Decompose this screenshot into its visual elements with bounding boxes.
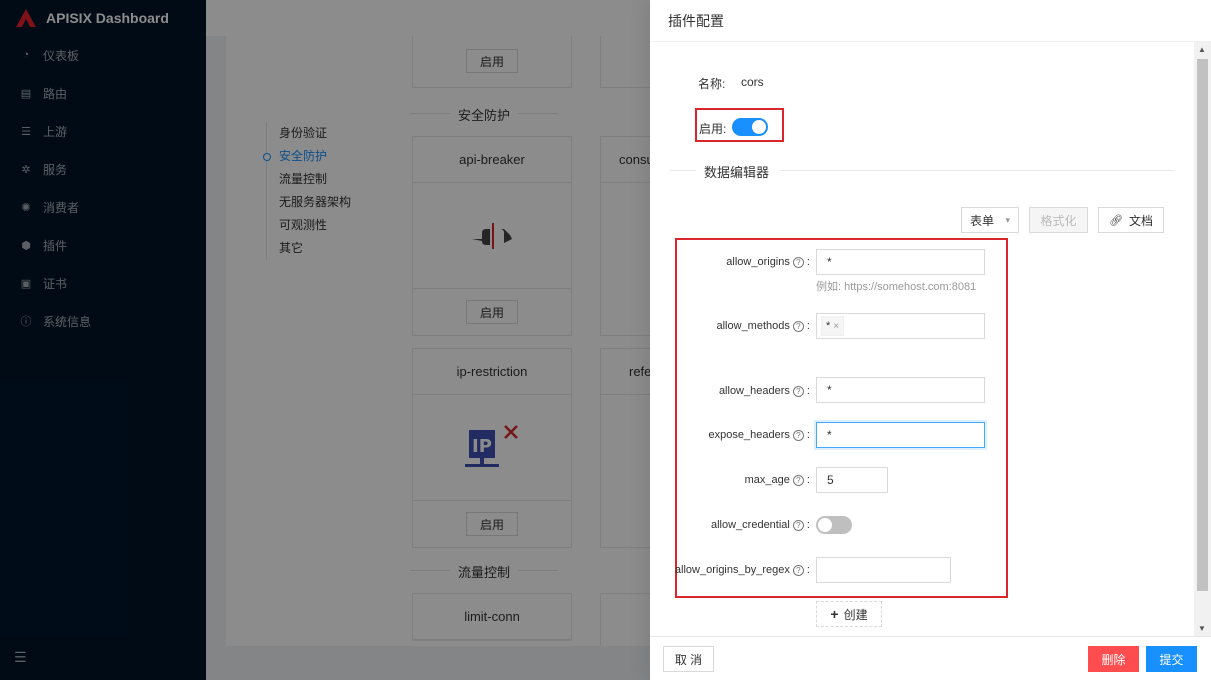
enable-label: 启用: xyxy=(699,122,727,136)
allow-origins-hint: 例如: https://somehost.com:8081 xyxy=(816,281,977,293)
anchor-auth[interactable]: 身份验证 xyxy=(279,122,351,145)
anchor-serverless[interactable]: 无服务器架构 xyxy=(279,191,351,214)
max-age-label: max_age? : xyxy=(744,474,810,486)
help-icon: ? xyxy=(792,429,804,441)
section-title-security: 安全防护 xyxy=(409,105,559,124)
expose-headers-label: expose_headers? : xyxy=(708,429,810,441)
editor-divider: 数据编辑器 xyxy=(670,160,1174,180)
plus-icon: + xyxy=(830,606,839,622)
enable-button[interactable]: 启用 xyxy=(466,49,518,73)
plugin-card-ip-restriction: ip-restriction IP 启用 xyxy=(412,348,572,548)
plugin-name: api-breaker xyxy=(413,137,571,183)
allow-headers-input[interactable]: * xyxy=(816,377,985,403)
route-icon: ▤ xyxy=(20,87,32,100)
plugin-card-api-breaker: api-breaker 启用 xyxy=(412,136,572,336)
allow-origins-label: allow_origins? : xyxy=(726,256,810,268)
plugin-icon: ⬢ xyxy=(21,239,31,252)
scroll-down-icon[interactable]: ▼ xyxy=(1198,624,1206,633)
delete-button[interactable]: 删除 xyxy=(1088,646,1139,672)
help-icon: ? xyxy=(792,564,804,576)
category-anchor: 身份验证 安全防护 流量控制 无服务器架构 可观测性 其它 xyxy=(262,122,351,260)
drawer-scrollbar[interactable]: ▲ ▼ xyxy=(1194,42,1211,636)
info-icon: ⓘ xyxy=(20,316,32,328)
method-tag[interactable]: * × xyxy=(821,316,845,336)
sidebar-item-service[interactable]: ✲ 服务 xyxy=(0,150,206,188)
upstream-icon: ☰ xyxy=(21,125,31,138)
enable-button[interactable]: 启用 xyxy=(466,300,518,324)
plug-breaker-icon xyxy=(472,222,512,249)
dashboard-icon: ◔ xyxy=(22,49,30,61)
plugin-card-partial-top: 启用 xyxy=(412,36,572,88)
sidebar-item-upstream[interactable]: ☰ 上游 xyxy=(0,112,206,150)
scrollbar-thumb[interactable] xyxy=(1197,59,1208,591)
plugin-name: ip-restriction xyxy=(413,349,571,395)
anchor-other[interactable]: 其它 xyxy=(279,237,351,260)
app-title: APISIX Dashboard xyxy=(46,10,169,26)
sidebar-item-consumer[interactable]: ✺ 消费者 xyxy=(0,188,206,226)
allow-methods-label: allow_methods? : xyxy=(716,320,811,332)
help-icon: ? xyxy=(792,519,804,531)
sidebar: APISIX Dashboard ◔ 仪表板 ▤ 路由 ☰ 上游 ✲ 服务 ✺ 消费者 ⬢… xyxy=(0,0,206,680)
svg-text:IP: IP xyxy=(472,436,492,457)
plugin-config-drawer: 插件配置 名称: cors 启用: 数据编辑器 表单 ▾ 格式化 🔗︎ 文档 a… xyxy=(650,0,1211,680)
allow-credential-switch[interactable] xyxy=(816,516,852,534)
plugin-enable-switch[interactable] xyxy=(732,118,768,136)
section-title-traffic: 流量控制 xyxy=(409,562,559,581)
allow-headers-label: allow_headers? : xyxy=(718,385,810,397)
enable-button[interactable]: 启用 xyxy=(466,512,518,536)
expose-headers-input[interactable]: * xyxy=(816,422,985,448)
anchor-observability[interactable]: 可观测性 xyxy=(279,214,351,237)
allow-origins-by-regex-input[interactable] xyxy=(816,557,951,583)
app-logo[interactable]: APISIX Dashboard xyxy=(0,0,206,36)
drawer-body: 名称: cors 启用: 数据编辑器 表单 ▾ 格式化 🔗︎ 文档 allow_… xyxy=(650,42,1194,636)
ip-restriction-icon: IP xyxy=(465,424,518,467)
drawer-title: 插件配置 xyxy=(668,12,724,29)
service-icon: ✲ xyxy=(21,163,31,176)
apisix-logo-icon xyxy=(16,9,36,27)
allow-credential-label: allow_credential? : xyxy=(710,519,810,531)
anchor-security[interactable]: 安全防护 xyxy=(262,145,351,168)
close-icon[interactable]: × xyxy=(833,321,839,332)
sidebar-item-route[interactable]: ▤ 路由 xyxy=(0,74,206,112)
plugin-name: limit-conn xyxy=(413,594,571,640)
editor-mode-select[interactable]: 表单 ▾ xyxy=(961,207,1019,233)
drawer-footer: 取 消 删除 提交 xyxy=(650,636,1211,680)
sidebar-item-dashboard[interactable]: ◔ 仪表板 xyxy=(0,36,206,74)
cancel-button[interactable]: 取 消 xyxy=(663,646,714,672)
docs-button[interactable]: 🔗︎ 文档 xyxy=(1098,207,1164,233)
chevron-down-icon: ▾ xyxy=(1005,214,1010,225)
help-icon: ? xyxy=(792,474,804,486)
allow-origins-by-regex-label: allow_origins_by_regex? : xyxy=(674,564,810,576)
max-age-input[interactable]: 5 xyxy=(816,467,888,493)
submit-button[interactable]: 提交 xyxy=(1146,646,1197,672)
help-icon: ? xyxy=(792,385,804,397)
collapse-menu-icon[interactable]: ☰ xyxy=(14,649,27,666)
sidebar-nav: ◔ 仪表板 ▤ 路由 ☰ 上游 ✲ 服务 ✺ 消费者 ⬢ 插件 ▣ 证书 ⓘ 系统信息 xyxy=(0,36,206,340)
link-icon: 🔗︎ xyxy=(1109,214,1123,227)
anchor-traffic[interactable]: 流量控制 xyxy=(279,168,351,191)
help-icon: ? xyxy=(792,320,804,332)
consumer-icon: ✺ xyxy=(21,201,31,214)
plugin-card-limit-conn: limit-conn xyxy=(412,593,572,641)
certificate-icon: ▣ xyxy=(20,277,32,290)
create-button[interactable]: + 创建 xyxy=(816,601,882,627)
plugin-name-value: cors xyxy=(741,75,764,89)
help-icon: ? xyxy=(792,256,804,268)
editor-title: 数据编辑器 xyxy=(704,165,770,180)
sidebar-item-certificate[interactable]: ▣ 证书 xyxy=(0,264,206,302)
name-label: 名称: xyxy=(698,77,726,91)
sidebar-item-plugin[interactable]: ⬢ 插件 xyxy=(0,226,206,264)
format-button[interactable]: 格式化 xyxy=(1029,207,1088,233)
allow-origins-input[interactable]: * xyxy=(816,249,985,275)
sidebar-item-system-info[interactable]: ⓘ 系统信息 xyxy=(0,302,206,340)
scroll-up-icon[interactable]: ▲ xyxy=(1198,45,1206,54)
